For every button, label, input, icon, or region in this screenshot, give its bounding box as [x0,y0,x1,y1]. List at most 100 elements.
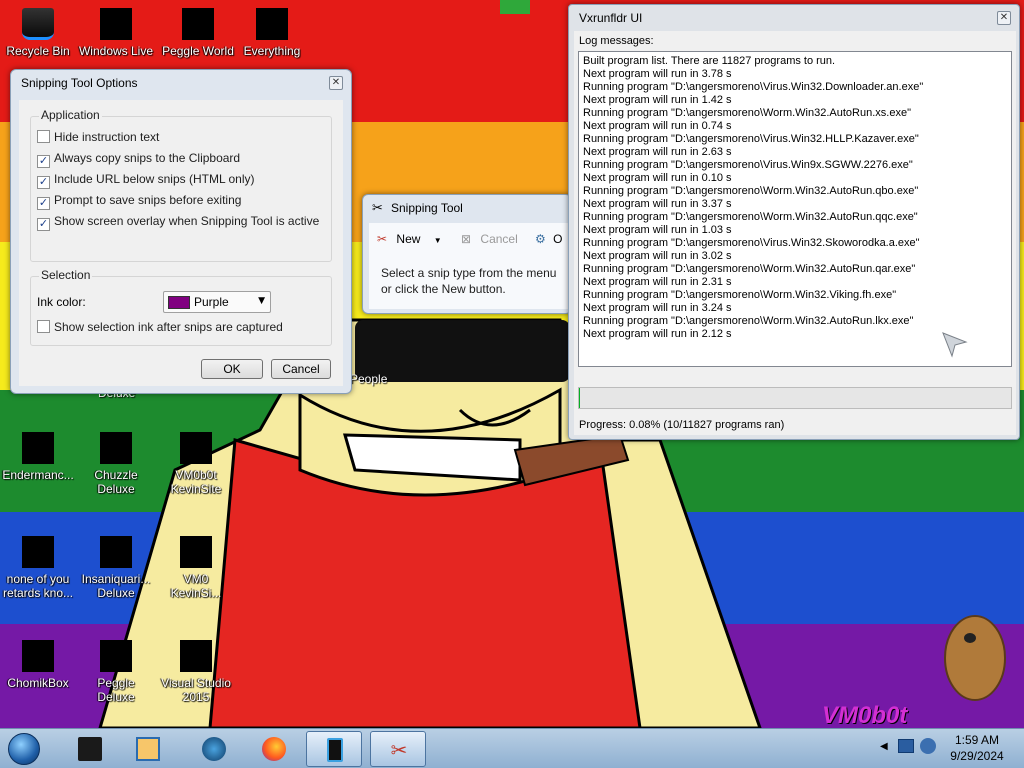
snipping-tool-body: ✂ New ▼ ⊠ Cancel ⚙ O Select a snip type … [369,223,573,309]
cancel-button[interactable]: Cancel [271,359,331,379]
cancel-snip-button[interactable]: ⊠ Cancel [461,227,518,251]
checkbox-unchecked-icon[interactable] [37,320,50,333]
log-line: Running program "D:\angersmoreno\Worm.Wi… [583,185,919,197]
option-label: Show selection ink after snips are captu… [54,320,283,334]
checkbox-checked-icon[interactable]: ✓ [37,197,50,210]
desktop-icon-label: VM0b0t KevinSite [170,468,222,496]
option-show-selection-ink[interactable]: Show selection ink after snips are captu… [37,319,283,335]
checkbox-checked-icon[interactable]: ✓ [37,176,50,189]
option-copy-to-clipboard[interactable]: ✓ Always copy snips to the Clipboard [37,150,241,168]
selection-group: Selection Ink color: Purple ▼ Show selec… [30,268,332,346]
new-snip-button[interactable]: ✂ New ▼ [377,227,442,251]
windows-live-icon [100,8,132,40]
desktop-icon-vm0-kevinsite[interactable]: VM0 KevinSi... [158,532,234,612]
scissors-icon: ✂ [390,738,408,762]
checkbox-unchecked-icon[interactable] [37,130,50,143]
snipping-tool-options-window: Snipping Tool Options ✕ Application Hide… [10,69,352,394]
taskbar-button-phone-app[interactable] [306,731,362,767]
start-button[interactable] [4,731,44,767]
desktop-icon-endermanch[interactable]: Endermanc... [0,428,76,508]
log-line: Running program "D:\angersmoreno\Virus.W… [583,81,924,93]
snipping-tool-window: ✂ Snipping Tool ✂ New ▼ ⊠ Cancel ⚙ O Sel… [362,194,573,314]
close-icon[interactable]: ✕ [329,76,343,90]
progress-text: Progress: 0.08% (10/11827 programs ran) [579,419,785,431]
checkbox-checked-icon[interactable]: ✓ [37,218,50,231]
log-line: Running program "D:\angersmoreno\Worm.Wi… [583,315,914,327]
chrome-shortcut-icon [22,536,54,568]
log-line: Next program will run in 3.02 s [583,250,732,262]
vxrunfldr-window: Vxrunfldr UI ✕ Log messages: Built progr… [568,4,1020,440]
media-player-icon [136,737,160,761]
desktop-icon-label: Windows Live [78,44,154,58]
scissors-icon: ✂ [377,232,388,246]
gear-icon: ⚙ [535,232,546,246]
option-show-screen-overlay[interactable]: ✓ Show screen overlay when Snipping Tool … [37,213,319,231]
log-messages-box[interactable]: Built program list. There are 11827 prog… [578,51,1012,367]
clock-date: 9/29/2024 [950,749,1004,763]
peggle-deluxe-icon [100,640,132,672]
desktop-icon-label: Recycle Bin [6,44,70,58]
vm0b0t-icon [180,432,212,464]
hamster-image [944,615,1006,701]
desktop-icon-chomikbox[interactable]: ChomikBox [0,636,76,716]
option-label: Always copy snips to the Clipboard [54,151,241,165]
ink-color-select[interactable]: Purple ▼ [163,291,271,313]
option-include-url[interactable]: ✓ Include URL below snips (HTML only) [37,171,255,189]
log-line: Next program will run in 2.63 s [583,146,732,158]
desktop-icon-label: Peggle Deluxe [97,676,135,704]
options-button[interactable]: ⚙ O [535,227,562,251]
log-line: Next program will run in 0.74 s [583,120,732,132]
ink-color-value: Purple [194,295,229,309]
window-title-text: Snipping Tool [391,201,463,215]
log-line: Running program "D:\angersmoreno\Worm.Wi… [583,107,911,119]
desktop-icon-label: ChomikBox [7,676,69,690]
ink-color-swatch [168,296,190,309]
log-line: Next program will run in 3.37 s [583,198,732,210]
clock-time: 1:59 AM [954,733,1000,747]
window-title: ✂ Snipping Tool [363,195,571,221]
checkbox-checked-icon[interactable]: ✓ [37,155,50,168]
desktop-icon-visual-studio-2015[interactable]: Visual Studio 2015 [158,636,234,716]
black-box-app-icon [78,737,102,761]
instruction-text: Select a snip type from the menu or clic… [381,266,557,296]
progress-bar [578,387,1012,409]
options-body: Application Hide instruction text ✓ Alway… [19,100,343,386]
desktop-icon-label: Everything [243,44,301,58]
network-icon[interactable] [898,739,914,753]
endermanch-icon [22,432,54,464]
option-label: Include URL below snips (HTML only) [54,172,255,186]
desktop-icon-insaniquarium[interactable]: Insaniquari... Deluxe [78,532,154,612]
ok-button[interactable]: OK [201,359,263,379]
option-label: Hide instruction text [54,130,160,144]
desktop-icon-label: Chuzzle Deluxe [94,468,138,496]
cancel-label: Cancel [480,232,518,246]
application-group: Application Hide instruction text ✓ Alway… [30,108,332,262]
log-label: Log messages: [579,35,654,47]
show-hidden-icons-icon[interactable]: ◀ [880,741,888,752]
desktop-icon-peggle-deluxe[interactable]: Peggle Deluxe [78,636,154,716]
taskbar-button-firefox[interactable] [246,731,302,767]
close-icon[interactable]: ✕ [997,11,1011,25]
desktop-icon-chuzzle-deluxe[interactable]: Chuzzle Deluxe [78,428,154,508]
taskbar-button-snipping-tool[interactable]: ✂ [370,731,426,767]
option-hide-instruction-text[interactable]: Hide instruction text [37,129,159,145]
log-line: Next program will run in 2.31 s [583,276,732,288]
taskbar-button-globe[interactable] [186,731,242,767]
desktop-icon-label-partial: People [350,372,388,386]
mouse-cursor-icon [942,332,968,358]
taskbar-button-black-box[interactable] [62,731,118,767]
taskbar-button-media-player[interactable] [120,731,176,767]
firefox-icon [262,737,286,761]
log-line: Running program "D:\angersmoreno\Virus.W… [583,237,920,249]
volume-icon[interactable] [920,738,936,754]
cancel-icon: ⊠ [461,232,472,246]
option-prompt-to-save[interactable]: ✓ Prompt to save snips before exiting [37,192,241,210]
window-title: Vxrunfldr UI [579,11,643,25]
log-line: Running program "D:\angersmoreno\Worm.Wi… [583,263,916,275]
clock[interactable]: 1:59 AM 9/29/2024 [942,732,1012,764]
desktop-icon-vm0b0t-kevinsite[interactable]: VM0b0t KevinSite [158,428,234,508]
log-line: Running program "D:\angersmoreno\Worm.Wi… [583,289,897,301]
chevron-down-icon[interactable]: ▼ [434,236,442,245]
desktop-icon-none-of-you[interactable]: none of you retards kno... [0,532,76,612]
log-line: Next program will run in 1.42 s [583,94,732,106]
